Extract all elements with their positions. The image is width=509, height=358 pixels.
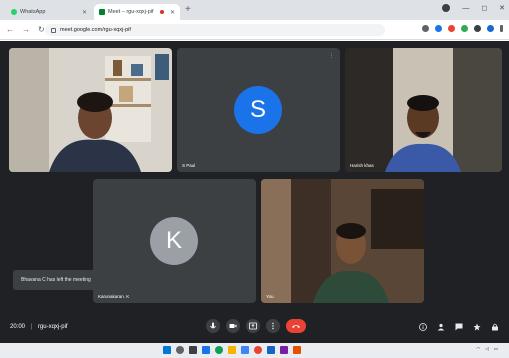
back-icon[interactable]: ← (6, 25, 14, 35)
navigation-buttons: ← → ↻ (6, 25, 45, 35)
mic-button[interactable] (206, 319, 220, 333)
more-options-icon[interactable]: ⋮ (329, 53, 334, 59)
side-panel-controls (419, 323, 499, 331)
search-icon[interactable] (176, 346, 184, 354)
avatar-initial: S (249, 96, 266, 123)
tab-whatsapp[interactable]: WhatsApp ✕ (6, 4, 92, 20)
wifi-icon[interactable]: ◠ (476, 346, 480, 352)
extension-icon[interactable] (474, 25, 481, 32)
mic-icon (210, 322, 216, 329)
participant-name: Harish khas (350, 163, 374, 168)
participant-avatar: K (150, 217, 198, 265)
menu-icon[interactable] (500, 25, 503, 32)
participant-video (9, 48, 172, 172)
present-icon (249, 322, 257, 330)
toast-text: Bhavana C has left the meeting (21, 277, 91, 283)
tab-meet[interactable]: Meet – rgu-xqxj-pif ✕ (94, 4, 180, 20)
window-controls: — ◻ ✕ (442, 4, 505, 12)
address-text: meet.google.com/rgu-xqxj-pif (60, 27, 131, 33)
close-tab-icon[interactable]: ✕ (170, 9, 175, 16)
participant-tile[interactable]: S ⋮ S Paul (177, 48, 340, 172)
present-button[interactable] (246, 319, 260, 333)
info-icon[interactable] (419, 323, 427, 331)
volume-icon[interactable]: ◁ (485, 346, 488, 352)
chat-icon[interactable] (455, 323, 463, 331)
profile-icon[interactable] (442, 4, 451, 12)
more-options-button[interactable] (266, 319, 280, 333)
lock-icon[interactable] (491, 323, 499, 331)
participant-name: S Paul (182, 163, 196, 168)
mail-icon[interactable] (267, 346, 275, 354)
extension-icon[interactable] (461, 25, 468, 32)
whatsapp-icon (11, 9, 17, 15)
extension-icon[interactable] (422, 25, 429, 32)
profile-avatar-icon[interactable] (487, 25, 494, 32)
system-tray: ◠ ◁ ▭ (476, 346, 503, 352)
edge-icon[interactable] (215, 346, 223, 354)
task-view-icon[interactable] (189, 346, 197, 354)
extensions-area (422, 25, 503, 32)
reload-icon[interactable]: ↻ (38, 25, 45, 35)
extension-icon[interactable] (448, 25, 455, 32)
meet-call-area: S ⋮ S Paul Harish khas K Karunakaran. K (0, 41, 509, 343)
activities-icon[interactable] (473, 323, 481, 331)
meeting-time: 20:00 (10, 324, 26, 330)
separator: | (30, 324, 33, 330)
meeting-info: 20:00 | rgu-xqxj-pif (10, 324, 68, 330)
camera-icon (229, 324, 237, 328)
close-window-icon[interactable]: ✕ (499, 4, 505, 12)
maximize-icon[interactable]: ◻ (481, 4, 487, 12)
forward-icon[interactable]: → (22, 25, 30, 35)
meet-icon (99, 9, 105, 15)
new-tab-button[interactable]: + (185, 5, 191, 15)
browser-tab-strip: WhatsApp ✕ Meet – rgu-xqxj-pif ✕ + — ◻ ✕ (0, 0, 509, 20)
app-icon[interactable] (293, 346, 301, 354)
more-icon (272, 322, 274, 330)
avatar-initial: K (165, 227, 182, 254)
recording-indicator-icon (159, 10, 164, 14)
battery-icon[interactable]: ▭ (494, 346, 498, 352)
chrome-icon[interactable] (254, 346, 262, 354)
end-call-button[interactable] (286, 319, 306, 333)
participant-tile-self[interactable]: You (261, 179, 424, 303)
participant-avatar: S (234, 86, 282, 134)
file-explorer-icon[interactable] (228, 346, 236, 354)
windows-start-icon[interactable] (163, 346, 171, 354)
close-tab-icon[interactable]: ✕ (82, 9, 87, 16)
call-controls (206, 319, 306, 333)
extension-icon[interactable] (435, 25, 442, 32)
taskbar-apps (163, 346, 301, 354)
left-meeting-toast: Bhavana C has left the meeting (13, 270, 121, 290)
participant-name: Karunakaran. K (98, 294, 130, 299)
participant-name: You (266, 294, 274, 299)
address-bar[interactable]: meet.google.com/rgu-xqxj-pif (45, 24, 385, 36)
browser-toolbar: ← → ↻ meet.google.com/rgu-xqxj-pif (0, 20, 509, 40)
participant-tile[interactable] (9, 48, 172, 172)
store-icon[interactable] (241, 346, 249, 354)
app-icon[interactable] (280, 346, 288, 354)
tab-label: WhatsApp (20, 9, 46, 15)
lock-icon (51, 27, 56, 33)
camera-button[interactable] (226, 319, 240, 333)
windows-taskbar: ◠ ◁ ▭ (0, 343, 509, 358)
tab-label: Meet – rgu-xqxj-pif (108, 9, 154, 15)
widgets-icon[interactable] (202, 346, 210, 354)
meeting-code: rgu-xqxj-pif (37, 324, 68, 330)
meeting-control-bar: 20:00 | rgu-xqxj-pif (0, 313, 509, 343)
participant-tile[interactable]: Harish khas (345, 48, 502, 172)
minimize-icon[interactable]: — (462, 5, 469, 12)
participant-video (345, 48, 502, 172)
people-icon[interactable] (437, 323, 445, 331)
end-call-icon (292, 325, 300, 328)
participant-video (261, 179, 424, 303)
